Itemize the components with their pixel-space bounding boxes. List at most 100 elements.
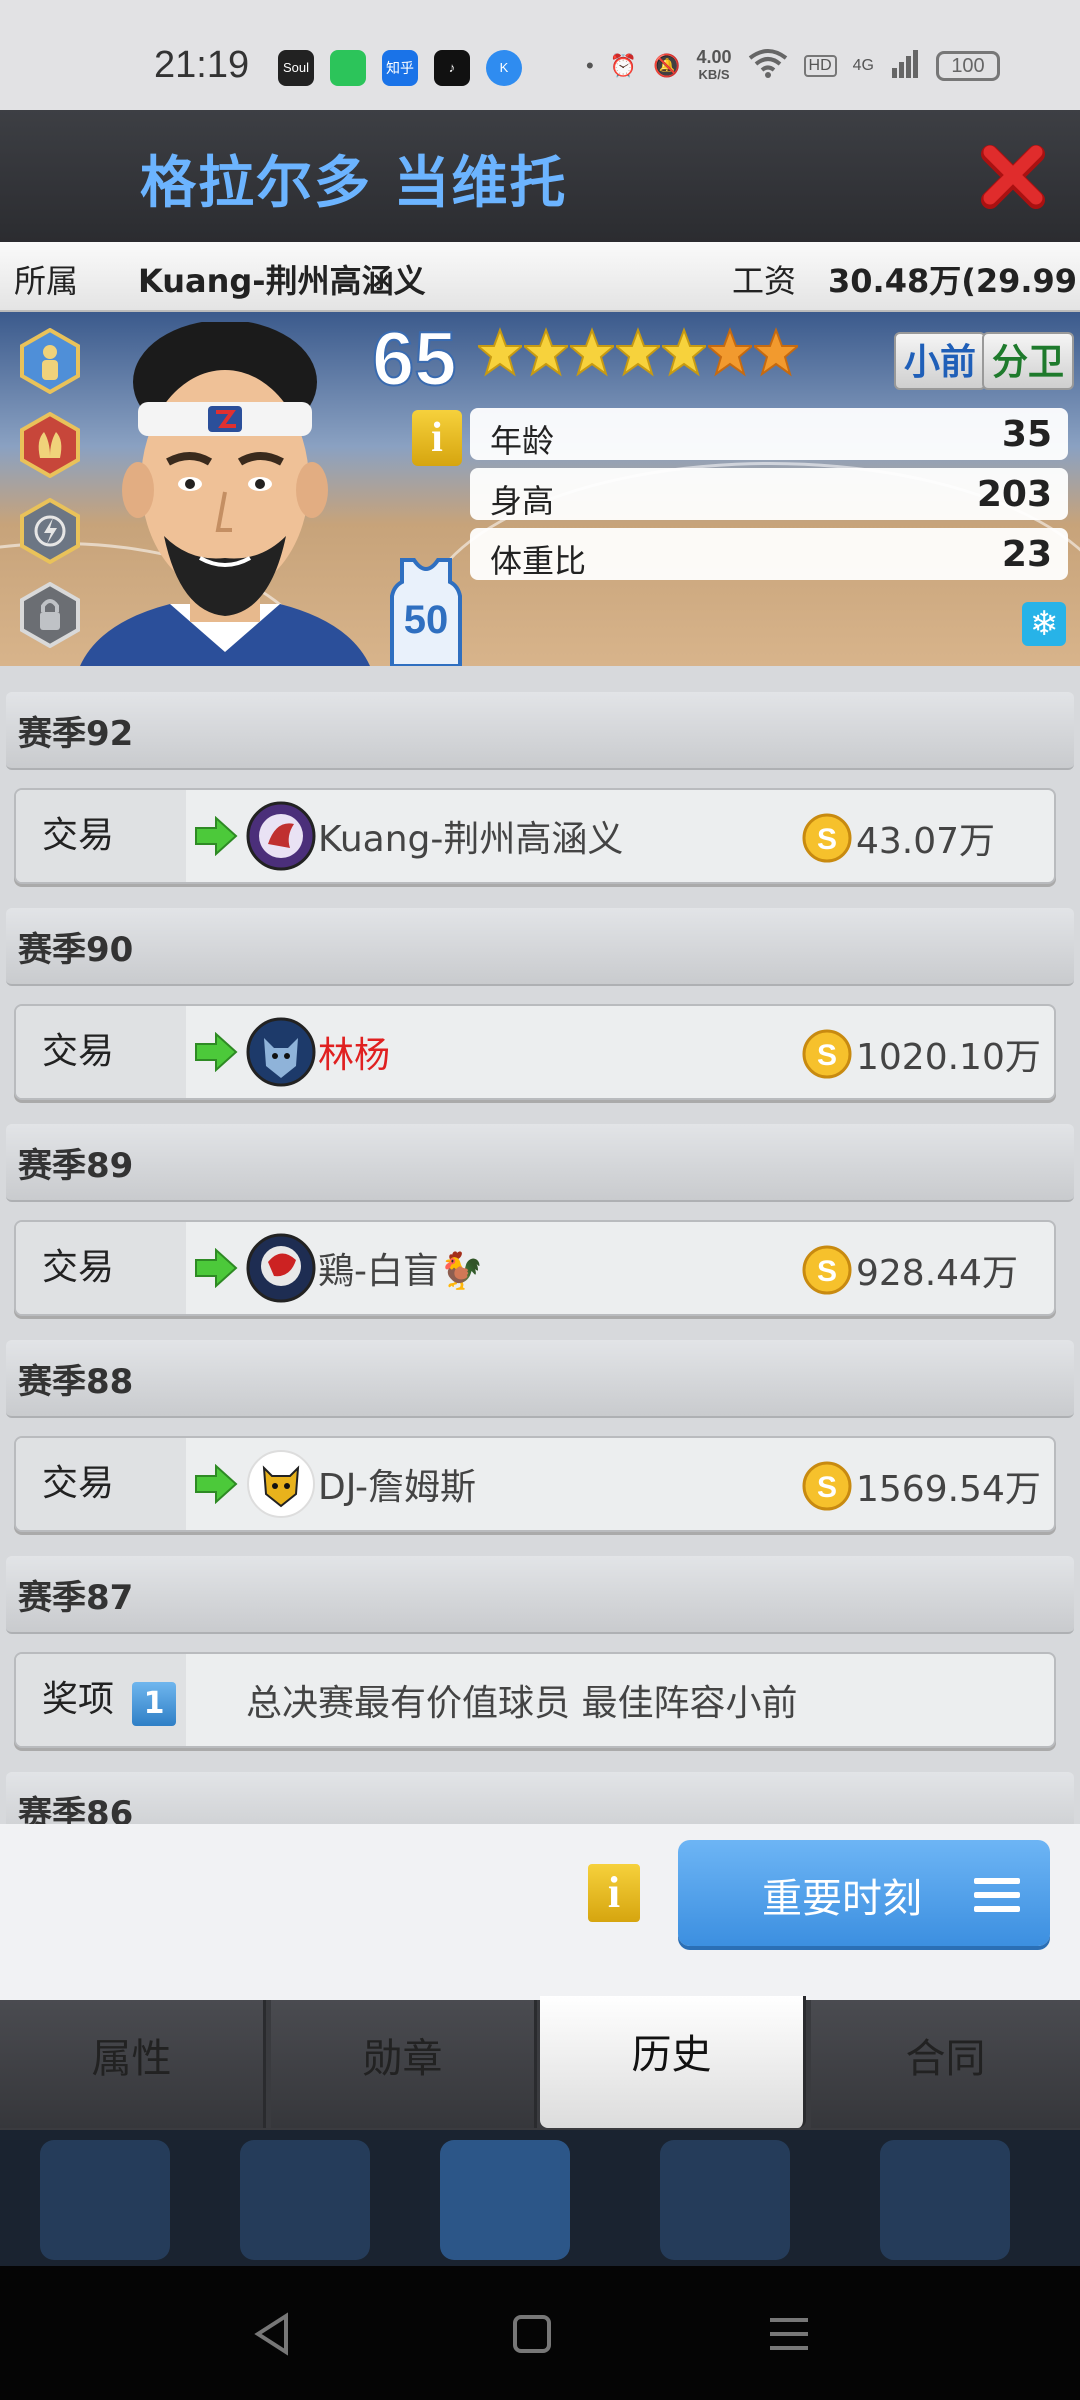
- trade-amount: 43.07万: [856, 821, 996, 862]
- coin-icon: S: [802, 1245, 852, 1295]
- jersey-icon: 50: [388, 556, 464, 666]
- wifi-icon: [748, 48, 788, 84]
- arrow-right-icon: [195, 1464, 238, 1504]
- arrow-right-icon: [195, 1032, 238, 1072]
- menu-icon: [974, 1878, 1020, 1912]
- player-info-bar: 所属 Kuang-荆州高涵义 工资 30.48万(29.99万): [0, 242, 1080, 346]
- player-card: 65 小前 分卫 i 年龄 35 身高 203 体重比 23 50 ❄: [0, 312, 1080, 666]
- battery-indicator: 100: [936, 51, 1000, 81]
- key-moments-label: 重要时刻: [762, 1876, 922, 1922]
- signal-icon: [890, 48, 920, 84]
- svg-text:S: S: [817, 1471, 837, 1504]
- star-rating: [478, 326, 798, 382]
- tab-history[interactable]: 历史: [540, 1996, 806, 2128]
- team-logo-icon: [246, 1017, 316, 1087]
- ghost-nav-icon: [660, 2140, 790, 2260]
- history-entry-award[interactable]: 奖项 1 总决赛最有价值球员 最佳阵容小前: [14, 1652, 1056, 1748]
- wechat-mini-icon: [330, 50, 366, 86]
- snowflake-icon[interactable]: ❄: [1022, 602, 1066, 646]
- entry-type: 交易: [16, 1222, 186, 1314]
- season-header: 赛季89: [6, 1124, 1074, 1202]
- trade-amount: 928.44万: [856, 1253, 1018, 1294]
- zhihu-app-icon: 知乎: [382, 50, 418, 86]
- position-tag-secondary: 分卫: [982, 332, 1075, 390]
- team-name: Kuang-荆州高涵义: [318, 819, 624, 860]
- history-entry[interactable]: 交易 Kuang-荆州高涵义 S 43.07万: [14, 788, 1056, 884]
- jersey-number: 50: [403, 598, 449, 642]
- history-entry[interactable]: 交易 林杨 S 1020.10万: [14, 1004, 1056, 1100]
- tab-contract[interactable]: 合同: [811, 2000, 1080, 2128]
- history-entry[interactable]: 交易 鶏-白盲🐓 S 928.44万: [14, 1220, 1056, 1316]
- position-tag-primary: 小前: [894, 332, 987, 390]
- recents-icon[interactable]: [768, 2314, 810, 2354]
- star-icon: [708, 327, 752, 377]
- team-logo-icon: [246, 801, 316, 871]
- network-type: 4G: [852, 57, 874, 74]
- stat-height: 身高 203: [470, 468, 1068, 520]
- star-icon: [662, 327, 706, 377]
- ghost-nav-icon: [40, 2140, 170, 2260]
- team-name: 林杨: [318, 1035, 391, 1076]
- season-header: 赛季87: [6, 1556, 1074, 1634]
- team-value: Kuang-荆州高涵义: [138, 262, 426, 300]
- season-header: 赛季90: [6, 908, 1074, 986]
- entry-type: 交易: [16, 1438, 186, 1530]
- arrow-right-icon: [195, 816, 238, 856]
- arrow-right-icon: [195, 1248, 238, 1288]
- alarm-icon: ⏰: [609, 53, 638, 78]
- ghost-nav-icon: [240, 2140, 370, 2260]
- stat-weight-ratio: 体重比 23: [470, 528, 1068, 580]
- action-bar: i 重要时刻: [0, 1824, 1080, 2000]
- k-app-icon: K: [486, 50, 522, 86]
- soul-app-icon: Soul: [278, 50, 314, 86]
- mute-icon: 🔕: [653, 53, 681, 78]
- team-logo-icon: [246, 1233, 316, 1303]
- title-bar: 格拉尔多 当维托: [0, 110, 1080, 242]
- svg-text:S: S: [817, 1039, 837, 1072]
- coin-icon: S: [802, 1029, 852, 1079]
- trade-amount: 1569.54万: [856, 1469, 1041, 1510]
- dot-icon: •: [585, 53, 594, 78]
- team-logo-icon: [247, 1450, 315, 1518]
- star-icon: [524, 327, 568, 377]
- ghost-nav-icon: [880, 2140, 1010, 2260]
- team-label: 所属: [14, 262, 79, 300]
- tab-attributes[interactable]: 属性: [0, 2000, 266, 2128]
- network-speed: 4.00 KB/S: [696, 47, 732, 82]
- status-time: 21:19: [154, 44, 250, 86]
- home-icon[interactable]: [512, 2314, 552, 2354]
- status-bar: 21:19 Soul 知乎 ♪ K • ⏰ 🔕 4.00 KB/S HD 4G …: [0, 0, 1080, 110]
- salary-label: 工资: [732, 262, 797, 300]
- star-icon: [754, 327, 798, 377]
- star-icon: [616, 327, 660, 377]
- info-button[interactable]: i: [588, 1864, 640, 1922]
- entry-type: 交易: [16, 1006, 186, 1098]
- system-nav-bar: [0, 2266, 1080, 2400]
- history-list[interactable]: 赛季92 交易 Kuang-荆州高涵义 S 43.07万 赛季90 交易 林杨 …: [0, 666, 1080, 1824]
- close-button[interactable]: [980, 140, 1050, 210]
- player-info-button[interactable]: i: [412, 410, 462, 466]
- back-icon[interactable]: [252, 2312, 292, 2356]
- tiktok-app-icon: ♪: [434, 50, 470, 86]
- award-count-badge: 1: [132, 1682, 176, 1726]
- season-header: 赛季88: [6, 1340, 1074, 1418]
- player-name-title: 格拉尔多 当维托: [140, 151, 568, 216]
- team-name: 鶏-白盲🐓: [318, 1251, 484, 1292]
- overall-rating: 65: [371, 316, 458, 403]
- hd-badge: HD: [803, 55, 837, 77]
- ghost-nav-icon: [440, 2140, 570, 2260]
- history-entry[interactable]: 交易 DJ-詹姆斯 S 1569.54万: [14, 1436, 1056, 1532]
- entry-type: 交易: [16, 790, 186, 882]
- svg-text:S: S: [817, 1255, 837, 1288]
- coin-icon: S: [802, 813, 852, 863]
- coin-icon: S: [802, 1461, 852, 1511]
- team-name: DJ-詹姆斯: [318, 1467, 477, 1508]
- award-text: 总决赛最有价值球员 最佳阵容小前: [246, 1683, 798, 1724]
- player-avatar: [80, 322, 370, 666]
- stat-age: 年龄 35: [470, 408, 1068, 460]
- trade-amount: 1020.10万: [856, 1037, 1041, 1078]
- key-moments-button[interactable]: 重要时刻: [678, 1840, 1050, 1946]
- star-icon: [478, 327, 522, 377]
- tab-medals[interactable]: 勋章: [271, 2000, 537, 2128]
- star-icon: [570, 327, 614, 377]
